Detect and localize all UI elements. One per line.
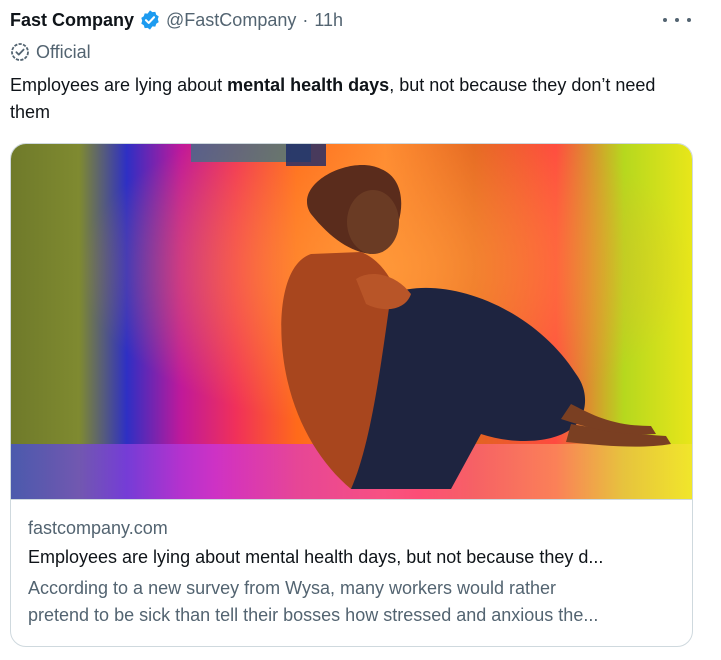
more-dot	[675, 18, 679, 22]
link-preview-card[interactable]: fastcompany.com Employees are lying abou…	[10, 143, 693, 647]
header-separator: ·	[302, 9, 309, 30]
official-label: Official	[10, 40, 91, 64]
tweet-timestamp[interactable]: 11h	[314, 10, 343, 31]
tweet-header: Fast Company @FastCompany · 11h	[10, 6, 343, 34]
tweet-text-start: Employees are lying about	[10, 75, 228, 95]
check-circle-icon	[11, 43, 29, 61]
author-name[interactable]: Fast Company	[10, 10, 134, 31]
more-dot	[663, 18, 667, 22]
official-label-text: Official	[36, 41, 91, 62]
tweet-text-bold: mental health days	[227, 75, 390, 95]
verified-badge-icon	[139, 9, 161, 31]
card-image[interactable]	[11, 144, 692, 500]
tweet[interactable]: Fast Company @FastCompany · 11h Official…	[0, 0, 721, 660]
card-description-line: According to a new survey from Wysa, man…	[28, 578, 557, 598]
card-description: According to a new survey from Wysa, man…	[28, 575, 678, 629]
card-description-line: pretend to be sick than tell their bosse…	[28, 605, 599, 625]
author-handle[interactable]: @FastCompany	[166, 10, 296, 31]
more-dot	[687, 18, 691, 22]
more-options-icon[interactable]	[663, 10, 691, 30]
tweet-text: Employees are lying about mental health …	[10, 72, 700, 126]
card-title: Employees are lying about mental health …	[28, 547, 604, 567]
card-body: fastcompany.com Employees are lying abou…	[28, 516, 678, 629]
card-domain: fastcompany.com	[28, 518, 168, 538]
